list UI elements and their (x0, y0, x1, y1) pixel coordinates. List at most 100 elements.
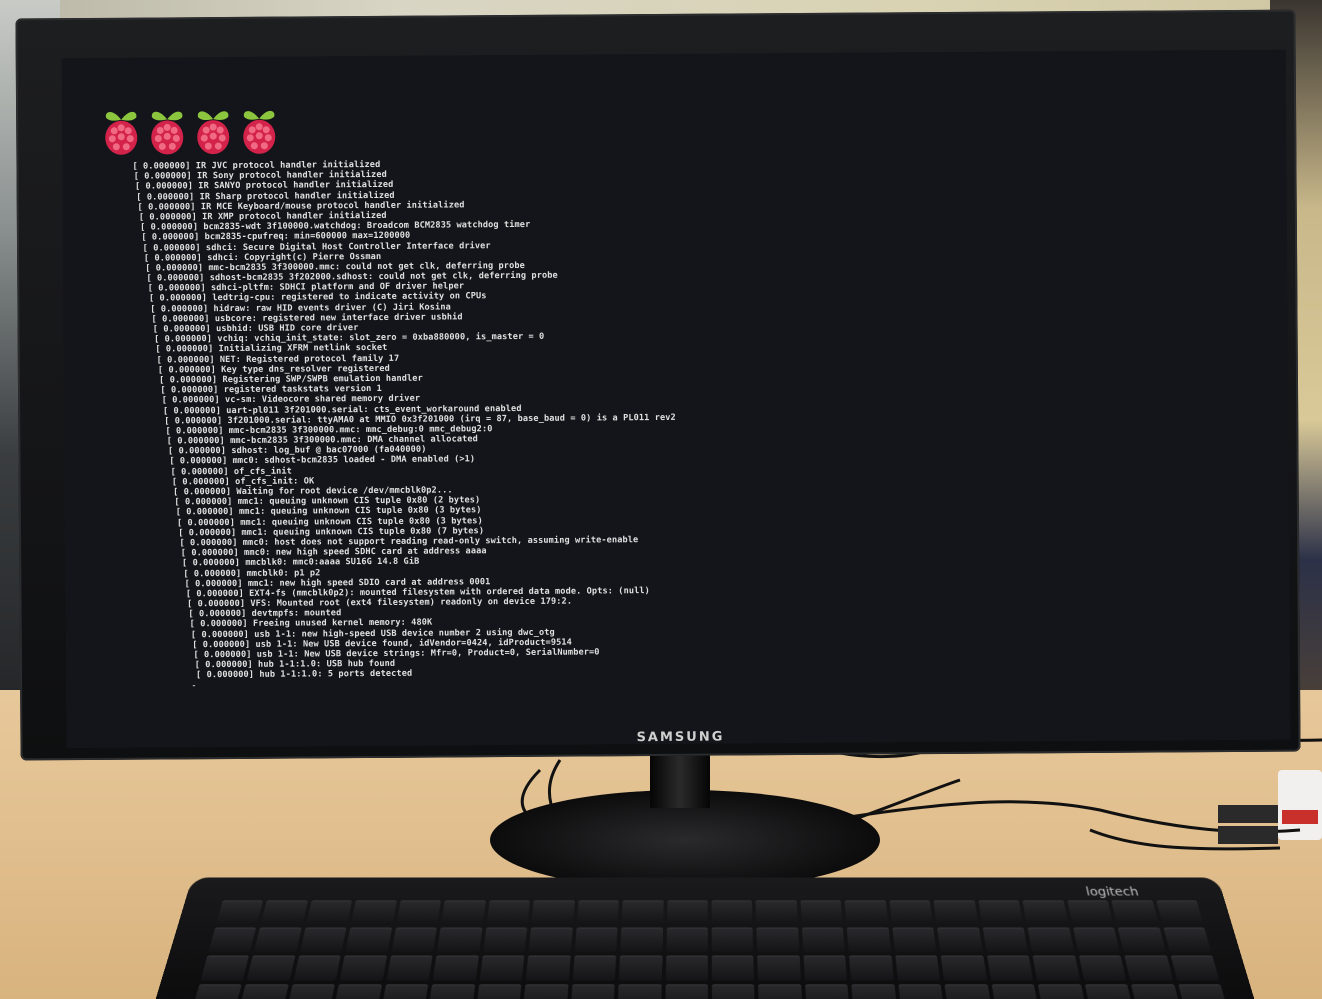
keyboard-key[interactable] (711, 955, 755, 981)
keyboard[interactable]: logitech (150, 877, 1260, 999)
keyboard-key[interactable] (333, 984, 382, 999)
keyboard-key[interactable] (525, 955, 571, 981)
keyboard-key[interactable] (299, 927, 347, 952)
keyboard-key[interactable] (895, 955, 941, 981)
keyboard-key[interactable] (391, 927, 438, 952)
boot-logos (102, 105, 278, 158)
keyboard-key[interactable] (800, 900, 843, 925)
keyboard-key[interactable] (849, 955, 894, 981)
keyboard-key[interactable] (933, 900, 979, 925)
keyboard-key[interactable] (944, 984, 992, 999)
keyboard-key[interactable] (801, 927, 846, 952)
keyboard-key[interactable] (664, 984, 708, 999)
keyboard-key[interactable] (1067, 900, 1114, 925)
keyboard-key[interactable] (665, 955, 708, 981)
keyboard-key[interactable] (482, 927, 528, 952)
keyboard-key[interactable] (665, 927, 708, 952)
keyboard-key[interactable] (522, 984, 569, 999)
keyboard-key[interactable] (1155, 900, 1204, 925)
keyboard-key[interactable] (572, 955, 617, 981)
keyboard-brand-label: logitech (1084, 885, 1140, 899)
keyboard-key[interactable] (889, 900, 934, 925)
keyboard-key[interactable] (239, 984, 289, 999)
keyboard-key[interactable] (1177, 984, 1228, 999)
keyboard-key[interactable] (621, 900, 664, 925)
keyboard-key[interactable] (1111, 900, 1159, 925)
keyboard-key[interactable] (898, 984, 945, 999)
keyboard-key[interactable] (381, 984, 429, 999)
keyboard-key[interactable] (757, 955, 801, 981)
keyboard-key[interactable] (805, 984, 850, 999)
keyboard-key[interactable] (666, 900, 708, 925)
keyboard-key[interactable] (1124, 955, 1173, 981)
keyboard-key[interactable] (978, 900, 1024, 925)
raspberry-pi-logo-icon (194, 105, 232, 157)
keyboard-key[interactable] (479, 955, 525, 981)
keyboard-key[interactable] (576, 900, 619, 925)
keyboard-key[interactable] (617, 984, 662, 999)
keyboard-key[interactable] (306, 900, 353, 925)
raspberry-pi-logo-icon (102, 106, 140, 158)
keyboard-key[interactable] (254, 927, 302, 952)
keyboard-key[interactable] (1078, 955, 1127, 981)
keyboard-key[interactable] (711, 927, 754, 952)
keyboard-key[interactable] (991, 984, 1039, 999)
keyboard-key[interactable] (851, 984, 898, 999)
keyboard-key[interactable] (345, 927, 392, 952)
keyboard-key[interactable] (286, 984, 336, 999)
keyboard-key[interactable] (570, 984, 615, 999)
keyboard-key[interactable] (847, 927, 891, 952)
keyboard-key[interactable] (432, 955, 479, 981)
keyboard-key[interactable] (216, 900, 264, 925)
keyboard-key[interactable] (711, 900, 753, 925)
keyboard-key[interactable] (711, 984, 756, 999)
boot-console: [ 0.000000] IR JVC protocol handler init… (132, 157, 856, 692)
keyboard-key[interactable] (803, 955, 848, 981)
photo-scene: [ 0.000000] IR JVC protocol handler init… (0, 0, 1322, 999)
keyboard-key[interactable] (528, 927, 573, 952)
keyboard-key[interactable] (941, 955, 987, 981)
keyboard-key[interactable] (339, 955, 387, 981)
keyboard-key[interactable] (620, 927, 663, 952)
keyboard-key[interactable] (437, 927, 483, 952)
keyboard-key[interactable] (574, 927, 618, 952)
keyboard-key[interactable] (441, 900, 486, 925)
keyboard-key[interactable] (755, 900, 798, 925)
keyboard-key[interactable] (531, 900, 575, 925)
monitor-brand-label: SAMSUNG (636, 729, 725, 746)
keyboard-key[interactable] (1084, 984, 1134, 999)
keyboard-key[interactable] (1072, 927, 1120, 952)
keyboard-key[interactable] (937, 927, 983, 952)
keyboard-key[interactable] (618, 955, 663, 981)
keyboard-key[interactable] (1117, 927, 1166, 952)
keyboard-key[interactable] (892, 927, 937, 952)
keyboard-keys (190, 900, 1230, 999)
keyboard-key[interactable] (486, 900, 531, 925)
keyboard-key[interactable] (844, 900, 889, 925)
keyboard-key[interactable] (192, 984, 243, 999)
keyboard-key[interactable] (386, 955, 433, 981)
keyboard-key[interactable] (1032, 955, 1080, 981)
keyboard-key[interactable] (1022, 900, 1069, 925)
keyboard-key[interactable] (475, 984, 522, 999)
keyboard-key[interactable] (200, 955, 250, 981)
keyboard-key[interactable] (1037, 984, 1087, 999)
keyboard-key[interactable] (758, 984, 803, 999)
raspberry-pi-logo-icon (148, 105, 186, 157)
keyboard-key[interactable] (208, 927, 257, 952)
keyboard-key[interactable] (293, 955, 342, 981)
keyboard-key[interactable] (986, 955, 1034, 981)
keyboard-key[interactable] (428, 984, 475, 999)
monitor-bezel: [ 0.000000] IR JVC protocol handler init… (15, 9, 1301, 761)
keyboard-key[interactable] (1027, 927, 1074, 952)
keyboard-key[interactable] (756, 927, 800, 952)
keyboard-key[interactable] (982, 927, 1029, 952)
keyboard-key[interactable] (246, 955, 296, 981)
keyboard-key[interactable] (1131, 984, 1181, 999)
keyboard-key[interactable] (351, 900, 397, 925)
keyboard-key[interactable] (1162, 927, 1212, 952)
keyboard-key[interactable] (396, 900, 442, 925)
keyboard-key[interactable] (261, 900, 308, 925)
monitor-screen: [ 0.000000] IR JVC protocol handler init… (61, 49, 1291, 749)
keyboard-key[interactable] (1170, 955, 1220, 981)
